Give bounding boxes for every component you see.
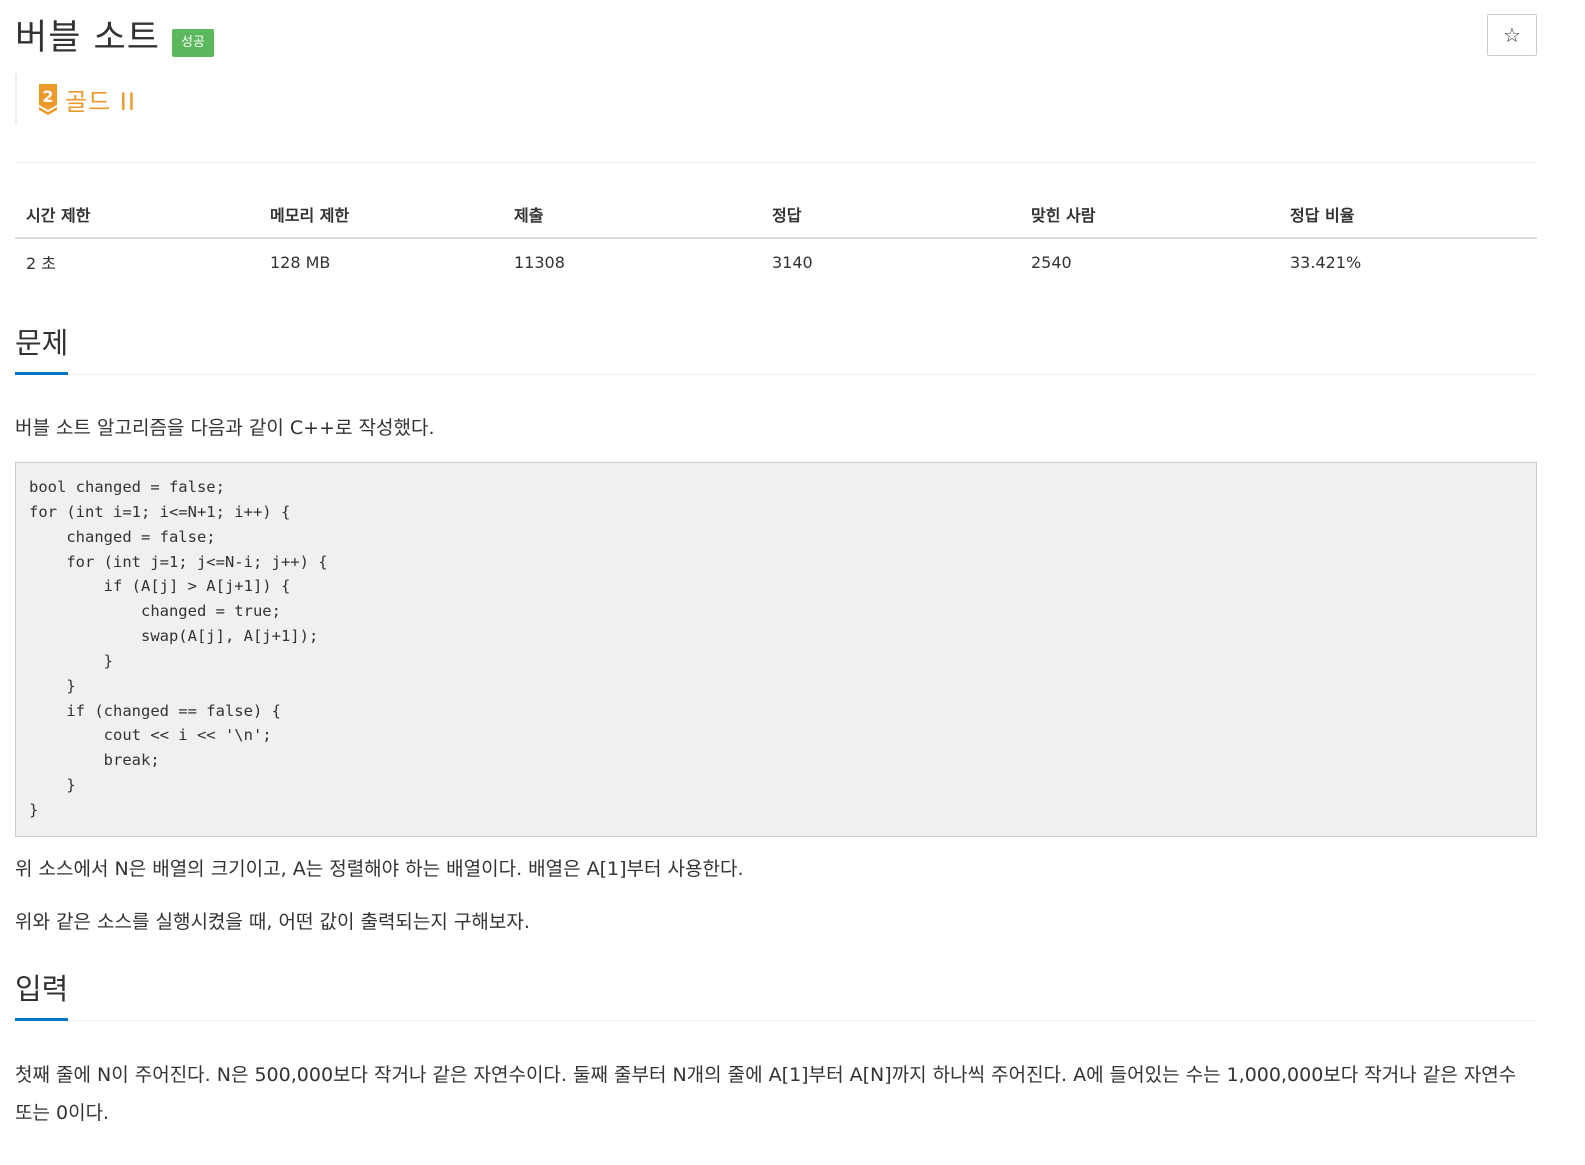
stats-table: 시간 제한 메모리 제한 제출 정답 맞힌 사람 정답 비율 2 초 128 M… [15, 190, 1537, 285]
divider [15, 162, 1537, 163]
input-section-header: 입력 [15, 970, 1537, 1021]
stats-header-cell: 메모리 제한 [270, 205, 350, 225]
tier-label: 골드 II [65, 87, 136, 116]
problem-description: 위와 같은 소스를 실행시켰을 때, 어떤 값이 출력되는지 구해보자. [15, 911, 530, 933]
stats-value-cell: 33.421% [1290, 252, 1362, 272]
input-description: 첫째 줄에 N이 주어진다. N은 500,000보다 작거나 같은 자연수이다… [15, 1064, 1517, 1124]
stats-value-cell: 3140 [772, 252, 813, 272]
stats-header-cell: 정답 [772, 205, 802, 225]
stats-value-cell: 2540 [1031, 252, 1072, 272]
stats-value-cell: 128 MB [270, 252, 331, 272]
tier-number: 2 [42, 87, 53, 106]
status-badge: 성공 [171, 29, 214, 57]
problem-section-header: 문제 [15, 324, 1537, 375]
problem-description: 위 소스에서 N은 배열의 크기이고, A는 정렬해야 하는 배열이다. 배열은… [15, 858, 744, 880]
problem-title: 버블 소트 [15, 18, 160, 58]
stats-header-row: 시간 제한 메모리 제한 제출 정답 맞힌 사람 정답 비율 [15, 190, 1537, 239]
stats-value-cell: 11308 [514, 252, 565, 272]
stats-value-cell: 2 초 [26, 254, 56, 273]
tier-row: 2 골드 II [15, 74, 136, 124]
stats-header-cell: 시간 제한 [26, 205, 91, 225]
code-block: bool changed = false; for (int i=1; i<=N… [15, 462, 1537, 837]
title-row: 버블 소트 성공 [15, 14, 214, 62]
problem-heading: 문제 [15, 324, 69, 375]
gold-tier-icon: 2 [39, 84, 57, 115]
stats-header-cell: 맞힌 사람 [1031, 205, 1096, 225]
stats-value-row: 2 초 128 MB 11308 3140 2540 33.421% [15, 239, 1537, 285]
input-heading: 입력 [15, 970, 69, 1021]
problem-intro: 버블 소트 알고리즘을 다음과 같이 C++로 작성했다. [15, 417, 435, 439]
stats-header-cell: 정답 비율 [1290, 205, 1355, 225]
star-icon: ☆ [1503, 23, 1521, 47]
stats-header-cell: 제출 [514, 205, 544, 225]
star-button[interactable]: ☆ [1487, 14, 1537, 56]
